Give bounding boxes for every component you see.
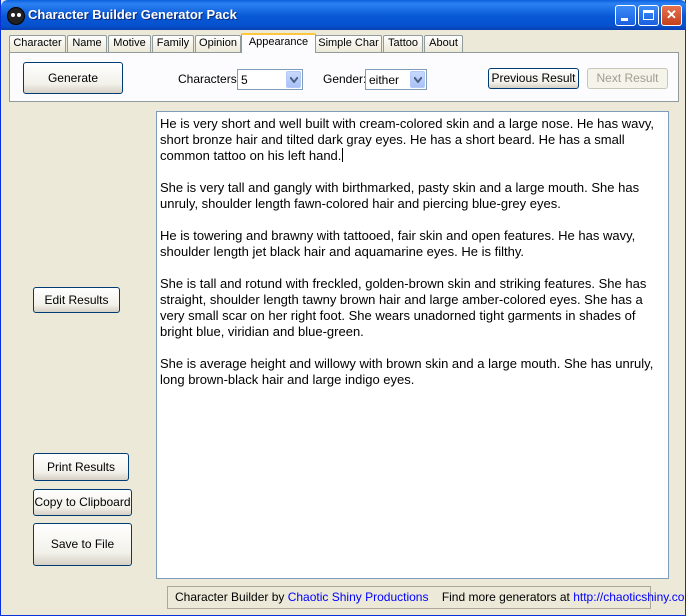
result-paragraph: She is very tall and gangly with birthma… (160, 180, 640, 211)
edit-results-button[interactable]: Edit Results (33, 287, 120, 313)
status-bar: Character Builder by Chaotic Shiny Produ… (167, 586, 686, 609)
results-textarea[interactable]: He is very short and well built with cre… (156, 111, 669, 579)
characters-select[interactable]: 5 (237, 69, 303, 90)
website-link[interactable]: http://chaoticshiny.com/ (573, 590, 686, 604)
chevron-down-icon[interactable] (410, 71, 425, 88)
status-prefix: Character Builder by (175, 590, 288, 604)
gender-value: either (369, 73, 400, 87)
generate-button[interactable]: Generate (23, 62, 123, 94)
tab-character[interactable]: Character (9, 35, 66, 52)
copy-to-clipboard-button[interactable]: Copy to Clipboard (33, 489, 132, 516)
company-link[interactable]: Chaotic Shiny Productions (288, 590, 429, 604)
title-bar[interactable]: Character Builder Generator Pack ✕ (1, 0, 686, 30)
maximize-icon[interactable] (638, 5, 659, 26)
window-title: Character Builder Generator Pack (28, 7, 237, 22)
close-icon[interactable]: ✕ (661, 5, 682, 26)
tab-simple-char[interactable]: Simple Char (315, 35, 382, 52)
save-to-file-button[interactable]: Save to File (33, 523, 132, 566)
tab-family[interactable]: Family (152, 35, 194, 52)
text-caret (342, 148, 344, 162)
next-result-button[interactable]: Next Result (587, 68, 668, 89)
tab-opinion[interactable]: Opinion (195, 35, 241, 52)
result-text: He is very short and well built with cre… (160, 116, 654, 163)
tab-motive[interactable]: Motive (108, 35, 151, 52)
gender-label: Gender: (323, 72, 367, 86)
result-paragraph: He is very short and well built with cre… (160, 116, 664, 164)
app-window: Character Builder Generator Pack ✕ Chara… (0, 0, 686, 616)
tab-appearance[interactable]: Appearance (241, 33, 316, 53)
chevron-down-icon[interactable] (286, 71, 301, 88)
previous-result-button[interactable]: Previous Result (488, 68, 579, 89)
tab-name[interactable]: Name (67, 35, 107, 52)
characters-label: Characters: (178, 72, 241, 86)
print-results-button[interactable]: Print Results (33, 453, 129, 481)
skull-icon[interactable] (7, 7, 25, 25)
result-paragraph: She is average height and willowy with b… (160, 356, 654, 387)
result-paragraph: She is tall and rotund with freckled, go… (160, 276, 647, 339)
tab-tattoo[interactable]: Tattoo (383, 35, 423, 52)
status-middle: Find more generators at (441, 590, 574, 604)
gender-select[interactable]: either (365, 69, 427, 90)
minimize-icon[interactable] (615, 5, 636, 26)
tab-about[interactable]: About (424, 35, 463, 52)
result-paragraph: He is towering and brawny with tattooed,… (160, 228, 636, 259)
characters-value: 5 (241, 73, 248, 87)
